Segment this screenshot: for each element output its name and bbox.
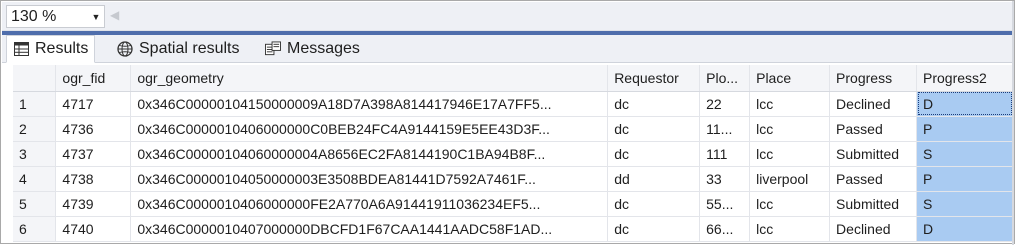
tab-messages[interactable]: Messages: [259, 35, 366, 63]
header-row: ogr_fid ogr_geometry Requestor Plo... Pl…: [13, 65, 1013, 92]
cell-progress2[interactable]: D: [916, 216, 1013, 242]
cell-progress2[interactable]: S: [916, 191, 1013, 217]
cell-place[interactable]: lcc: [749, 91, 831, 117]
row-number[interactable]: 3: [13, 141, 57, 167]
row-number[interactable]: 2: [13, 116, 57, 142]
tab-label: Spatial results: [139, 40, 240, 57]
chevron-down-icon[interactable]: ▼: [88, 12, 104, 22]
cell-place[interactable]: lcc: [749, 141, 831, 167]
row-number[interactable]: 6: [13, 216, 57, 242]
tab-spatial-results[interactable]: Spatial results: [111, 35, 246, 63]
column-header-progress2[interactable]: Progress2: [916, 65, 1013, 92]
zoom-dropdown[interactable]: 130 % ▼: [6, 5, 105, 28]
cell-ogr-geometry[interactable]: 0x346C00000104050000003E3508BDEA81441D75…: [130, 166, 609, 192]
cell-progress[interactable]: Submitted: [829, 191, 917, 217]
cell-progress2[interactable]: D: [916, 91, 1013, 117]
table-row[interactable]: 4 4738 0x346C00000104050000003E3508BDEA8…: [13, 166, 1013, 192]
globe-icon: [117, 41, 133, 57]
cell-progress[interactable]: Submitted: [829, 141, 917, 167]
cell-ogr-geometry[interactable]: 0x346C00000104150000009A18D7A398A8144179…: [130, 91, 609, 117]
cell-place[interactable]: lcc: [749, 191, 831, 217]
cell-plo[interactable]: 11...: [699, 116, 751, 142]
zoom-toolbar: 130 % ▼ ◀: [2, 2, 1013, 31]
cell-plo[interactable]: 55...: [699, 191, 751, 217]
column-header-plo[interactable]: Plo...: [699, 65, 751, 92]
results-pane: 130 % ▼ ◀ Results Spatial results Messag…: [0, 0, 1015, 245]
table-row[interactable]: 5 4739 0x346C0000010406000000FE2A770A6A9…: [13, 191, 1013, 217]
cell-place[interactable]: liverpool: [749, 166, 831, 192]
cell-plo[interactable]: 33: [699, 166, 751, 192]
cell-progress[interactable]: Passed: [829, 116, 917, 142]
cell-ogr-geometry[interactable]: 0x346C0000010406000000C0BEB24FC4A9144159…: [130, 116, 609, 142]
cell-progress[interactable]: Declined: [829, 216, 917, 242]
column-header-rownum[interactable]: [13, 65, 57, 92]
table-row[interactable]: 3 4737 0x346C00000104060000004A8656EC2FA…: [13, 141, 1013, 167]
cell-place[interactable]: lcc: [749, 116, 831, 142]
scroll-left-icon[interactable]: ◀: [110, 8, 119, 22]
row-number[interactable]: 5: [13, 191, 57, 217]
cell-ogr-geometry[interactable]: 0x346C0000010407000000DBCFD1F67CAA1441AA…: [130, 216, 609, 242]
cell-ogr-fid[interactable]: 4740: [55, 216, 132, 242]
zoom-value: 130 %: [11, 7, 57, 25]
row-number[interactable]: 1: [13, 91, 57, 117]
cell-progress[interactable]: Passed: [829, 166, 917, 192]
grid-icon: [13, 41, 29, 57]
messages-icon: [265, 41, 281, 57]
cell-progress2[interactable]: P: [916, 116, 1013, 142]
cell-requestor[interactable]: dc: [607, 141, 701, 167]
row-number[interactable]: 4: [13, 166, 57, 192]
cell-plo[interactable]: 111: [699, 141, 751, 167]
cell-ogr-fid[interactable]: 4738: [55, 166, 132, 192]
cell-ogr-fid[interactable]: 4736: [55, 116, 132, 142]
table-row[interactable]: 6 4740 0x346C0000010407000000DBCFD1F67CA…: [13, 216, 1013, 242]
cell-ogr-fid[interactable]: 4717: [55, 91, 132, 117]
column-header-ogr-geometry[interactable]: ogr_geometry: [130, 65, 609, 92]
cell-requestor[interactable]: dc: [607, 191, 701, 217]
tab-label: Results: [35, 40, 89, 57]
tab-results[interactable]: Results: [6, 35, 96, 63]
cell-ogr-fid[interactable]: 4739: [55, 191, 132, 217]
results-grid[interactable]: ogr_fid ogr_geometry Requestor Plo... Pl…: [13, 65, 1013, 243]
cell-ogr-geometry[interactable]: 0x346C00000104060000004A8656EC2FA8144190…: [130, 141, 609, 167]
cell-plo[interactable]: 66...: [699, 216, 751, 242]
table-row[interactable]: 2 4736 0x346C0000010406000000C0BEB24FC4A…: [13, 116, 1013, 142]
cell-ogr-geometry[interactable]: 0x346C0000010406000000FE2A770A6A91441911…: [130, 191, 609, 217]
results-table: ogr_fid ogr_geometry Requestor Plo... Pl…: [13, 65, 1013, 242]
cell-requestor[interactable]: dc: [607, 216, 701, 242]
vertical-scrollbar-edge[interactable]: [1012, 1, 1014, 245]
cell-requestor[interactable]: dd: [607, 166, 701, 192]
cell-requestor[interactable]: dc: [607, 91, 701, 117]
cell-progress2[interactable]: P: [916, 166, 1013, 192]
table-row[interactable]: 1 4717 0x346C00000104150000009A18D7A398A…: [13, 91, 1013, 117]
cell-place[interactable]: lcc: [749, 216, 831, 242]
cell-progress[interactable]: Declined: [829, 91, 917, 117]
cell-ogr-fid[interactable]: 4737: [55, 141, 132, 167]
cell-progress2[interactable]: S: [916, 141, 1013, 167]
column-header-place[interactable]: Place: [749, 65, 831, 92]
column-header-requestor[interactable]: Requestor: [607, 65, 701, 92]
result-tabs: Results Spatial results Messages: [2, 35, 1013, 63]
column-header-progress[interactable]: Progress: [829, 65, 917, 92]
column-header-ogr-fid[interactable]: ogr_fid: [55, 65, 132, 92]
tab-label: Messages: [287, 40, 360, 57]
cell-plo[interactable]: 22: [699, 91, 751, 117]
cell-requestor[interactable]: dc: [607, 116, 701, 142]
